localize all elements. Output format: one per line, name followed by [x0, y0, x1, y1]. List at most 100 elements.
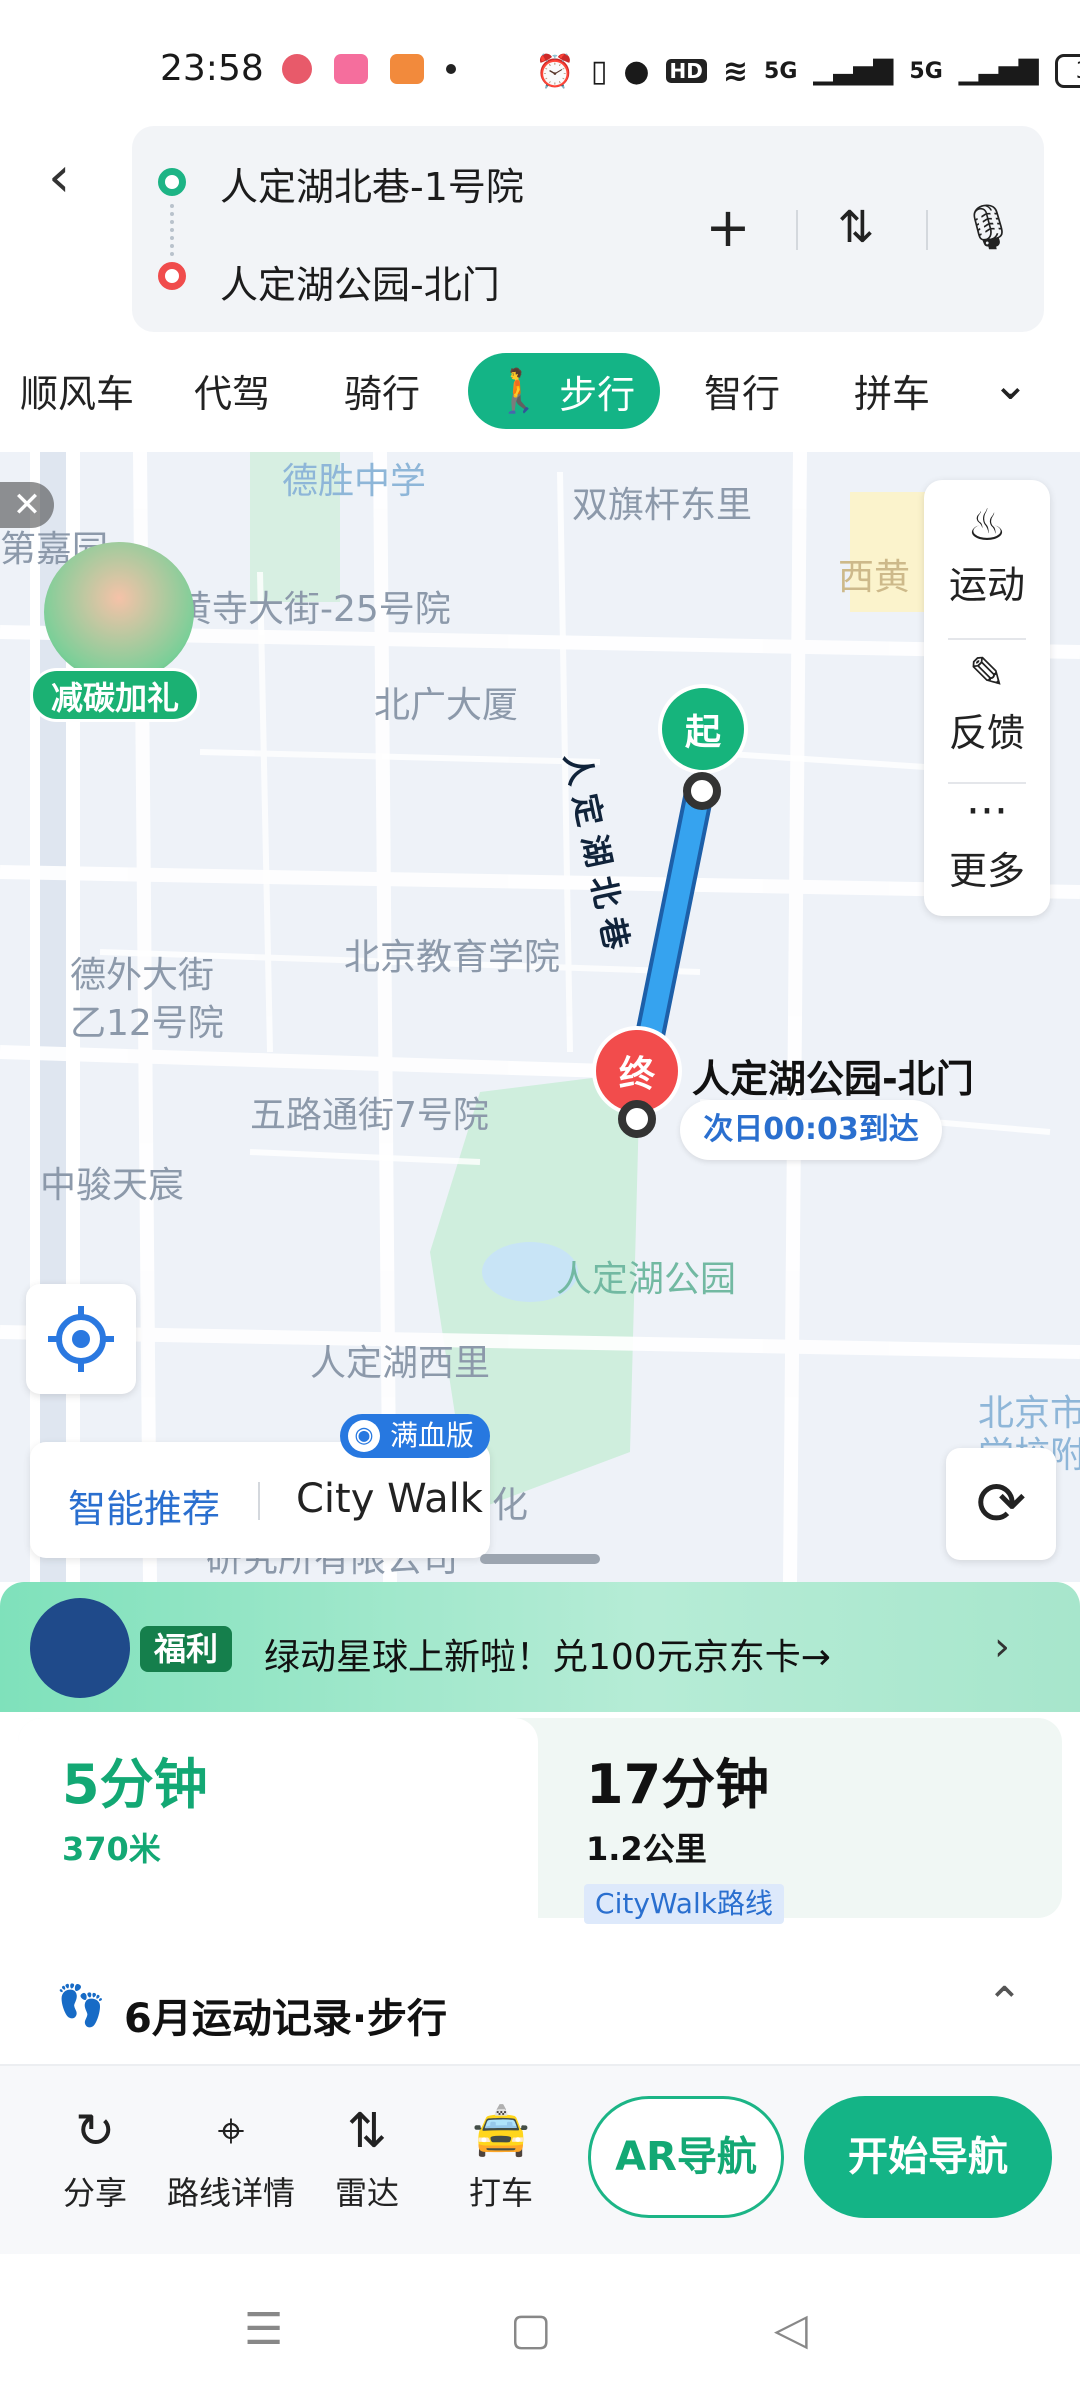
signal-2-label: 5G	[909, 58, 943, 84]
home-icon[interactable]: ▢	[510, 2304, 552, 2355]
feedback-label: 反馈	[948, 711, 1025, 755]
arrival-time: 次日00:03到达	[680, 1100, 942, 1160]
start-dot-icon	[158, 168, 186, 196]
more-label: 更多	[948, 849, 1025, 893]
mascot-icon	[44, 542, 194, 682]
route-connector	[170, 204, 174, 256]
tab-cycling[interactable]: 骑行	[344, 363, 420, 418]
map-label-address: 乙12号院	[70, 1003, 224, 1044]
exercise-record-row[interactable]: 👣 6月运动记录·步行 ⌃	[0, 1962, 1080, 2072]
ar-navigation-button[interactable]: AR导航	[588, 2096, 784, 2218]
refresh-route-button[interactable]: ⟳	[946, 1448, 1056, 1560]
map-view[interactable]: 德胜中学 双旗杆东里 第嘉园 黄寺大街-25号院 西黄 北广大厦 北京教育学院 …	[0, 452, 1080, 1582]
more-button[interactable]: ··· 更多	[924, 784, 1050, 895]
route-option-distance: 1.2公里	[586, 1830, 707, 1868]
app-notification-icon	[282, 54, 312, 84]
more-dot-icon	[446, 64, 456, 74]
signal-1-icon: ▁▃▅▇	[813, 56, 894, 86]
map-label-institute: 北京教育学院	[344, 937, 561, 978]
back-button[interactable]: ‹	[48, 148, 98, 208]
system-nav-bar: ☰ ▢ ◁	[0, 2254, 1080, 2400]
carbon-promo[interactable]: 减碳加礼	[30, 542, 200, 722]
sport-label: 运动	[948, 563, 1025, 607]
tab-smart-travel[interactable]: 智行	[704, 363, 780, 418]
welfare-banner[interactable]: 福利 绿动星球上新啦！兑100元京东卡→ ›	[0, 1582, 1080, 1712]
sheet-drag-handle[interactable]	[480, 1554, 600, 1564]
map-label-area: 中骏天宸	[40, 1165, 185, 1206]
feedback-button[interactable]: ✎ 反馈	[924, 646, 1050, 757]
map-label-area: 人定湖西里	[310, 1343, 491, 1384]
tab-designated-driver[interactable]: 代驾	[194, 363, 270, 418]
route-detail-label: 路线详情	[166, 2174, 295, 2212]
end-node-icon	[618, 1100, 656, 1138]
citywalk-tag: CityWalk路线	[584, 1884, 784, 1924]
smart-recommend-option[interactable]: 智能推荐	[68, 1478, 220, 1533]
taxi-icon: 🚖	[471, 2103, 531, 2159]
map-label-building: 北广大厦	[374, 685, 519, 726]
start-node-icon	[683, 772, 721, 810]
swap-route-button[interactable]: ⇅	[826, 198, 886, 258]
share-label: 分享	[62, 2174, 127, 2212]
divider	[948, 638, 1026, 640]
signal-2-icon: ▁▃▅▇	[958, 56, 1039, 86]
tab-shared-ride[interactable]: 拼车	[854, 363, 930, 418]
exercise-record-title: 6月运动记录·步行	[124, 1996, 448, 2042]
more-modes-chevron-icon[interactable]: ⌄	[992, 359, 1029, 410]
citywalk-option[interactable]: City Walk	[296, 1476, 483, 1522]
map-label-address: 五路通街7号院	[250, 1095, 489, 1136]
alarm-icon: ⏰	[535, 52, 575, 90]
battery-level: 39	[1076, 59, 1080, 84]
notification-icons	[282, 54, 456, 84]
sport-button[interactable]: ♨ 运动	[924, 498, 1050, 609]
menu-icon[interactable]: ☰	[244, 2304, 283, 2355]
crosshair-icon	[48, 1306, 114, 1372]
map-label-area: 双旗杆东里	[572, 485, 753, 526]
full-version-badge: ◉ 满血版	[340, 1414, 490, 1458]
map-label-school: 德胜中学	[282, 461, 427, 502]
welfare-tag: 福利	[140, 1626, 232, 1672]
robot-mascot-icon	[30, 1598, 130, 1698]
destination-label: 人定湖公园-北门	[692, 1057, 974, 1101]
map-label-park: 人定湖公园	[556, 1259, 737, 1300]
tab-carpool[interactable]: 顺风车	[20, 363, 134, 418]
radar-icon: ⇅	[346, 2103, 388, 2159]
location-pin-icon: ⌖	[217, 2103, 245, 2159]
chevron-up-icon: ⌃	[986, 1978, 1023, 2029]
start-pin-icon: 起	[658, 684, 748, 774]
signal-1-label: 5G	[764, 58, 798, 84]
ai-icon: ◉	[348, 1420, 380, 1452]
taxi-button[interactable]: 🚖 打车	[446, 2100, 556, 2214]
map-label-address: 黄寺大街-25号院	[176, 589, 451, 630]
status-right: ⏰ ▯ ● HD ≋ 5G ▁▃▅▇ 5G ▁▃▅▇ 39	[535, 52, 1080, 90]
tab-walking[interactable]: 🚶 步行	[468, 353, 660, 429]
promo-label: 减碳加礼	[30, 668, 200, 722]
welfare-text: 绿动星球上新啦！兑100元京东卡→	[264, 1637, 831, 1678]
locate-me-button[interactable]	[26, 1284, 136, 1394]
route-preference: 智能推荐 City Walk	[30, 1442, 490, 1558]
voice-input-button[interactable]: 🎙	[958, 198, 1018, 258]
back-nav-icon[interactable]: ◁	[774, 2304, 808, 2355]
start-navigation-button[interactable]: 开始导航	[804, 2096, 1052, 2218]
map-label-address: 德外大街	[70, 955, 215, 996]
share-button[interactable]: ↻ 分享	[40, 2100, 150, 2214]
route-detail-button[interactable]: ⌖ 路线详情	[164, 2100, 298, 2214]
wifi-icon: ≋	[722, 53, 749, 89]
add-waypoint-button[interactable]: +	[698, 198, 758, 258]
divider	[796, 210, 798, 250]
route-option-2[interactable]: 17分钟 1.2公里 CityWalk路线	[18, 1718, 1062, 1924]
badge-label: 满血版	[390, 1419, 475, 1452]
game-icon	[390, 54, 424, 84]
location-icon: ●	[623, 53, 650, 89]
walking-icon: 🚶	[492, 366, 546, 415]
taxi-label: 打车	[468, 2174, 533, 2212]
share-icon: ↻	[74, 2103, 116, 2159]
close-promo-button[interactable]: ✕	[0, 482, 54, 528]
bilibili-icon	[334, 54, 368, 84]
chevron-right-icon: ›	[994, 1624, 1010, 1670]
end-location-field[interactable]: 人定湖公园-北门	[220, 254, 500, 309]
battery-icon: 39	[1054, 54, 1080, 88]
radar-button[interactable]: ⇅ 雷达	[312, 2100, 422, 2214]
end-dot-icon	[158, 262, 186, 290]
status-bar: 23:58 ⏰ ▯ ● HD ≋ 5G ▁▃▅▇ 5G ▁▃▅▇ 39	[0, 0, 1080, 125]
start-location-field[interactable]: 人定湖北巷-1号院	[220, 156, 524, 211]
